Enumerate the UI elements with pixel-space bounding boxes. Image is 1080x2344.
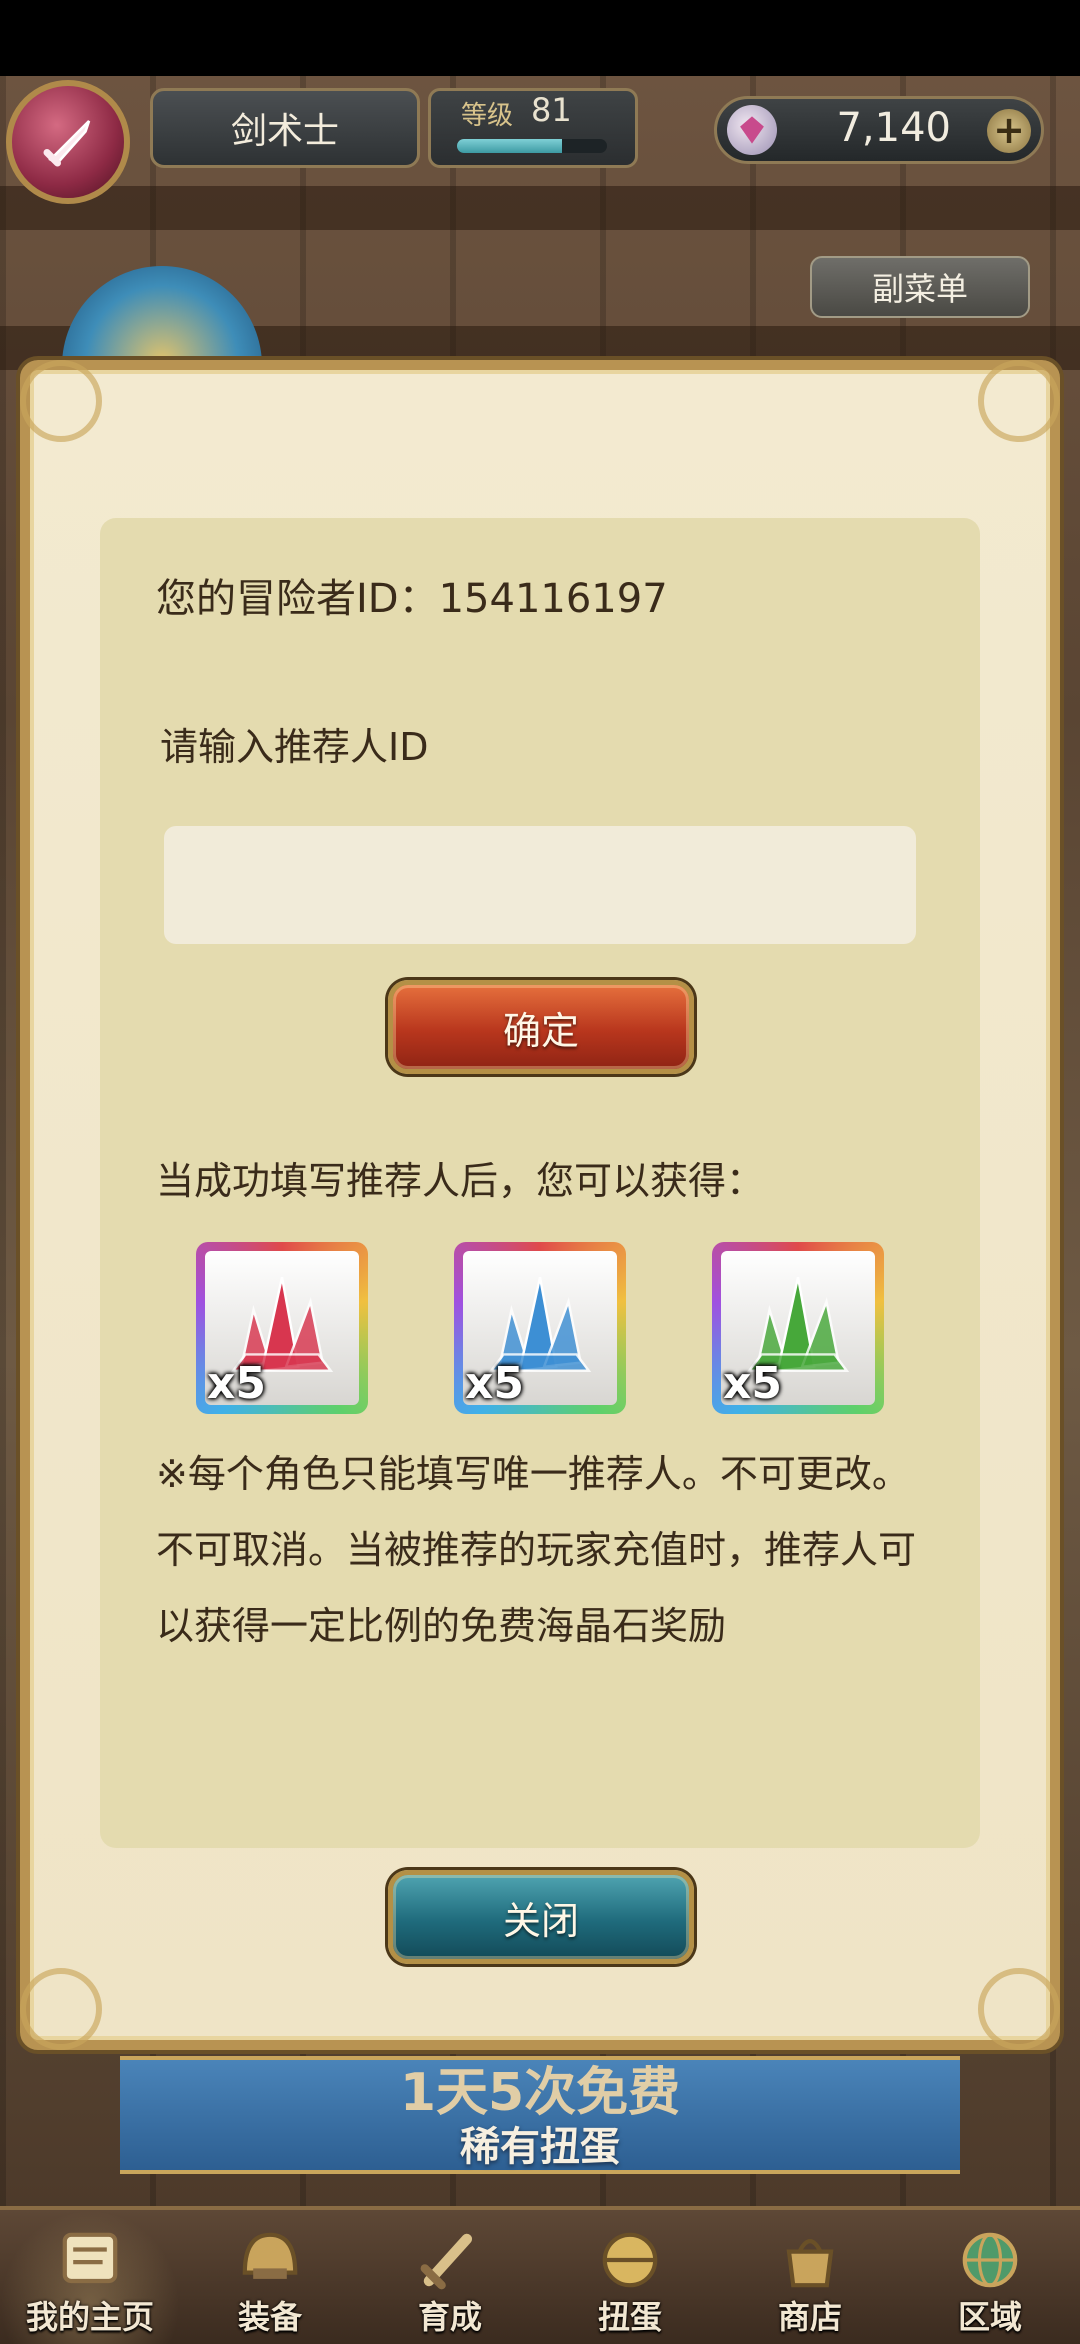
nav-item-shop[interactable]: 商店: [720, 2210, 900, 2344]
corner-ornament: [20, 1968, 102, 2050]
nav-item-home[interactable]: 我的主页: [0, 2210, 180, 2344]
level-plate: 等级 81: [428, 88, 638, 168]
scroll-icon: [62, 2232, 118, 2284]
class-name-plate: 剑术士: [150, 88, 420, 168]
reward-description: 当成功填写推荐人后，您可以获得：: [156, 1159, 765, 1203]
referral-note: ※每个角色只能填写唯一推荐人。不可更改。不可取消。当被推荐的玩家充值时，推荐人可…: [156, 1452, 917, 1648]
nav-label: 我的主页: [25, 2298, 154, 2336]
nav-item-training[interactable]: 育成: [360, 2210, 540, 2344]
nav-item-gacha[interactable]: 扭蛋: [540, 2210, 720, 2344]
class-name: 剑术士: [230, 111, 339, 152]
nav-label: 区域: [957, 2298, 1022, 2336]
nav-item-region[interactable]: 区域: [900, 2210, 1080, 2344]
gem-count: 7,140: [836, 105, 951, 151]
class-badge[interactable]: [6, 80, 130, 204]
corner-ornament: [978, 360, 1060, 442]
corner-ornament: [20, 360, 102, 442]
bag-icon: [786, 2239, 834, 2288]
nav-label: 育成: [417, 2298, 482, 2336]
level-label: 等级: [461, 101, 514, 131]
nav-label: 商店: [777, 2298, 842, 2336]
level-value: 81: [531, 91, 572, 129]
capsule-icon: [602, 2232, 658, 2288]
gem-counter: 7,140 +: [714, 96, 1044, 164]
bottom-navigation: 我的主页 装备 育成 扭蛋 商店 区域: [0, 2206, 1080, 2344]
reward-item[interactable]: x5: [712, 1242, 884, 1414]
globe-icon: [962, 2232, 1018, 2288]
add-gems-button[interactable]: +: [987, 109, 1031, 153]
status-bar: [0, 0, 1080, 76]
gem-icon: [727, 105, 777, 155]
sword-icon: [420, 2233, 473, 2290]
adventurer-id: 您的冒险者ID：154116197: [156, 576, 668, 622]
helmet-icon: [242, 2232, 298, 2279]
level-progress-bar: [457, 139, 607, 153]
gacha-banner[interactable]: 1天5次免费 稀有扭蛋: [120, 2056, 960, 2174]
close-button[interactable]: 关闭: [388, 1870, 694, 1964]
reward-quantity: x5: [465, 1358, 524, 1405]
referrer-prompt: 请输入推荐人ID: [160, 725, 429, 769]
banner-subtitle: 稀有扭蛋: [460, 2124, 620, 2170]
reward-quantity: x5: [723, 1358, 782, 1405]
referrer-id-input[interactable]: [164, 826, 916, 944]
nav-item-equipment[interactable]: 装备: [180, 2210, 360, 2344]
sword-class-icon: [43, 120, 91, 167]
nav-label: 装备: [237, 2298, 302, 2336]
nav-label: 扭蛋: [597, 2298, 662, 2336]
reward-quantity: x5: [207, 1358, 266, 1405]
submenu-button[interactable]: 副菜单: [810, 256, 1030, 318]
confirm-button[interactable]: 确定: [388, 980, 694, 1074]
reward-item[interactable]: x5: [454, 1242, 626, 1414]
level-progress-fill: [457, 139, 562, 153]
reward-item[interactable]: x5: [196, 1242, 368, 1414]
corner-ornament: [978, 1968, 1060, 2050]
